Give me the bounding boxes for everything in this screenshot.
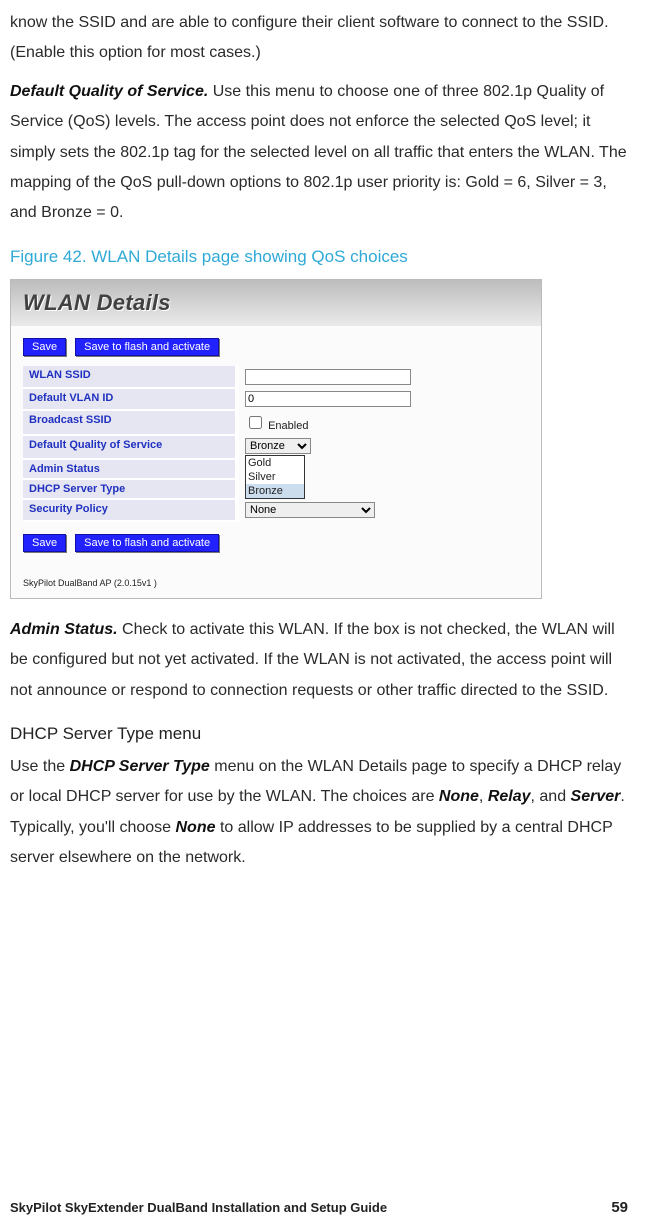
button-row-top: Save Save to flash and activate (23, 338, 529, 356)
sep2: , and (531, 788, 571, 805)
wlan-form-table: WLAN SSID Default VLAN ID Broadcast SSID… (23, 366, 529, 522)
save-flash-button-bottom[interactable]: Save to flash and activate (75, 534, 219, 552)
paragraph-dhcp: Use the DHCP Server Type menu on the WLA… (10, 752, 628, 874)
save-button-bottom[interactable]: Save (23, 534, 66, 552)
paragraph-admin-status: Admin Status. Check to activate this WLA… (10, 615, 628, 706)
label-admin-status: Admin Status (23, 459, 237, 479)
page-footer: SkyPilot SkyExtender DualBand Installati… (10, 1199, 628, 1216)
option-server: Server (571, 788, 621, 805)
paragraph-ssid-continuation: know the SSID and are able to configure … (10, 8, 628, 69)
wlan-version-text: SkyPilot DualBand AP (2.0.15v1 ) (11, 568, 541, 598)
select-security-policy[interactable]: None (245, 502, 375, 518)
wlan-details-panel: WLAN Details Save Save to flash and acti… (10, 279, 542, 599)
paragraph-qos: Default Quality of Service. Use this men… (10, 77, 628, 229)
qos-dropdown-open[interactable]: Gold Silver Bronze (245, 455, 305, 499)
input-wlan-ssid[interactable] (245, 369, 411, 385)
sep1: , (479, 788, 488, 805)
label-enabled: Enabled (268, 420, 308, 432)
label-dhcp-server-type: DHCP Server Type (23, 479, 237, 499)
qos-option-bronze[interactable]: Bronze (246, 484, 304, 498)
qos-term: Default Quality of Service. (10, 83, 208, 100)
qos-body: Use this menu to choose one of three 802… (10, 83, 627, 222)
qos-option-silver[interactable]: Silver (246, 470, 304, 484)
admin-status-term: Admin Status. (10, 621, 118, 638)
input-default-vlan[interactable] (245, 391, 411, 407)
label-wlan-ssid: WLAN SSID (23, 366, 237, 388)
qos-option-gold[interactable]: Gold (246, 456, 304, 470)
wlan-panel-title: WLAN Details (11, 280, 541, 326)
label-default-qos: Default Quality of Service (23, 435, 237, 459)
option-relay: Relay (488, 788, 531, 805)
dhcp-text-a: Use the (10, 758, 70, 775)
option-none-2: None (176, 819, 216, 836)
save-button[interactable]: Save (23, 338, 66, 356)
label-broadcast-ssid: Broadcast SSID (23, 410, 237, 435)
label-default-vlan: Default VLAN ID (23, 388, 237, 410)
dhcp-subheading: DHCP Server Type menu (10, 724, 628, 744)
dhcp-server-type-term: DHCP Server Type (70, 758, 210, 775)
footer-page-number: 59 (611, 1199, 628, 1216)
footer-doc-title: SkyPilot SkyExtender DualBand Installati… (10, 1200, 387, 1215)
select-qos[interactable]: Bronze (245, 438, 311, 454)
label-security-policy: Security Policy (23, 499, 237, 521)
option-none: None (439, 788, 479, 805)
button-row-bottom: Save Save to flash and activate (23, 534, 529, 552)
save-flash-button[interactable]: Save to flash and activate (75, 338, 219, 356)
checkbox-broadcast-enabled[interactable] (249, 416, 262, 429)
figure-caption: Figure 42. WLAN Details page showing QoS… (10, 247, 628, 267)
